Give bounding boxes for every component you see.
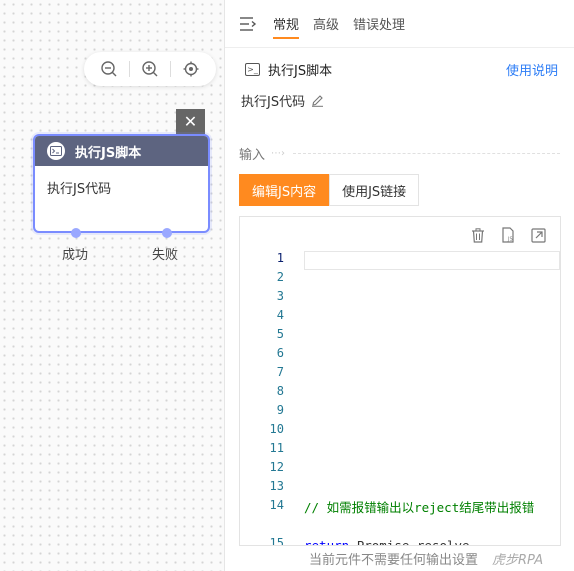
line-number: 12 [269, 460, 284, 474]
section-divider [293, 153, 560, 154]
success-port-label: 成功 [62, 248, 89, 263]
flow-canvas[interactable]: ✕ 执行JS脚本 执行JS代码 成功 失败 [0, 0, 224, 571]
code-comment: // 如需报错输出以reject结尾带出报错 [304, 500, 535, 515]
code-keyword: return [304, 538, 350, 546]
line-number: 1 [276, 251, 284, 265]
zoom-divider [128, 61, 130, 77]
zoom-out-icon[interactable] [100, 60, 118, 78]
current-line-highlight [304, 251, 560, 270]
locate-center-icon[interactable] [182, 60, 200, 78]
edit-pencil-icon[interactable] [311, 94, 324, 107]
node-header: 执行JS脚本 [35, 136, 208, 166]
line-number: 6 [276, 346, 284, 360]
tab-use-js-link[interactable]: 使用JS链接 [329, 174, 420, 206]
tab-advanced[interactable]: 高级 [313, 0, 339, 48]
zoom-divider [170, 61, 172, 77]
collapse-menu-icon[interactable] [239, 16, 257, 32]
component-description-row: 执行JS代码 [225, 90, 574, 110]
zoom-in-icon[interactable] [141, 60, 159, 78]
line-number: 7 [276, 365, 284, 379]
line-number: 4 [276, 308, 284, 322]
fail-port[interactable] [162, 228, 172, 238]
tab-general[interactable]: 常规 [273, 0, 300, 48]
panel-tabs: 常规 高级 错误处理 [225, 0, 574, 48]
success-port[interactable] [71, 228, 81, 238]
line-number: 2 [276, 270, 284, 284]
tab-edit-js-content[interactable]: 编辑JS内容 [239, 174, 330, 206]
panel-footer: 当前元件不需要任何输出设置 虎步RPA [225, 546, 574, 571]
input-section-header: 输入 ⋯› [239, 144, 560, 163]
fail-port-label: 失败 [152, 248, 179, 263]
component-title: 执行JS脚本 [268, 63, 333, 79]
code-editor[interactable]: JS 1 2 3 4 5 6 7 8 9 10 11 12 13 14 15 /… [239, 216, 561, 546]
line-number: 10 [269, 422, 284, 436]
line-number: 11 [269, 441, 284, 455]
brand-watermark: 虎步RPA [492, 553, 544, 568]
close-icon: ✕ [183, 112, 198, 131]
line-number: 3 [276, 289, 284, 303]
line-number: 9 [276, 403, 284, 417]
node-close-button[interactable]: ✕ [176, 109, 205, 134]
output-settings-note: 当前元件不需要任何输出设置 [309, 553, 479, 568]
arrow-dots-icon: ⋯› [271, 148, 286, 159]
tab-error-handling[interactable]: 错误处理 [353, 0, 405, 48]
terminal-icon [47, 142, 65, 160]
js-file-icon[interactable]: JS [500, 227, 516, 243]
js-source-tabs: 编辑JS内容 使用JS链接 [239, 174, 420, 206]
code-text: Promise.resolve [356, 538, 470, 546]
zoom-toolbar [84, 52, 216, 86]
editor-toolbar: JS [240, 217, 560, 253]
line-number: 5 [276, 327, 284, 341]
code-line-return: return Promise.resolve [304, 536, 470, 546]
node-description: 执行JS代码 [47, 182, 112, 197]
node-title: 执行JS脚本 [75, 145, 142, 161]
svg-text:JS: JS [507, 237, 513, 243]
help-link[interactable]: 使用说明 [506, 60, 558, 79]
line-number: 14 [269, 498, 284, 512]
line-number: 13 [269, 479, 284, 493]
line-number: 8 [276, 384, 284, 398]
component-description: 执行JS代码 [241, 94, 306, 110]
fullscreen-icon[interactable] [530, 227, 546, 243]
trash-icon[interactable] [470, 227, 486, 243]
flow-node-js-script[interactable]: 执行JS脚本 执行JS代码 [33, 134, 210, 233]
properties-panel: 常规 高级 错误处理 >_ 执行JS脚本 使用说明 执行JS代码 输入 ⋯› 编… [224, 0, 574, 571]
line-number: 15 [269, 536, 284, 546]
terminal-icon: >_ [245, 62, 260, 76]
component-title-row: >_ 执行JS脚本 使用说明 [225, 48, 574, 90]
section-label: 输入 [239, 148, 266, 163]
